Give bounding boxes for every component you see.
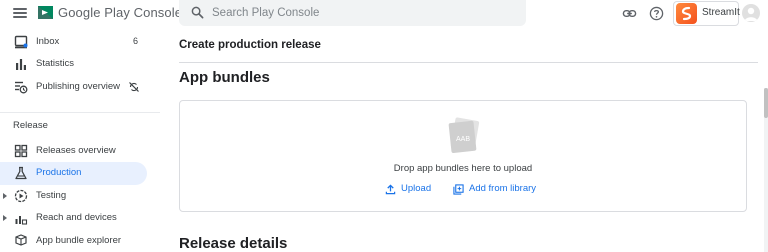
app-logo — [676, 3, 697, 24]
testing-icon — [14, 189, 28, 203]
title-divider — [179, 62, 758, 63]
app-bundle-explorer-icon — [15, 234, 27, 246]
add-from-library-button[interactable]: Add from library — [453, 182, 543, 198]
sidebar-item-testing[interactable]: Testing — [0, 185, 147, 208]
aab-label: AAB — [456, 136, 470, 143]
bar-chart-icon — [16, 59, 26, 70]
top-app-bar: Google Play Console StreamIt — [0, 0, 768, 28]
sidebar-item-label: Publishing overview — [36, 81, 120, 92]
chevron-right-icon[interactable] — [3, 193, 7, 199]
link-icon[interactable] — [622, 6, 637, 21]
app-selector[interactable]: StreamIt — [673, 1, 740, 26]
play-console-logo-icon — [38, 6, 53, 19]
releases-overview-icon — [14, 144, 28, 158]
app-bundles-heading: App bundles — [179, 69, 270, 86]
sidebar-item-inbox[interactable]: Inbox 6 — [0, 31, 147, 54]
app-bundle-drop-zone[interactable]: AAB Drop app bundles here to upload Uplo… — [179, 100, 747, 212]
production-icon — [15, 166, 27, 180]
drop-instructions: Drop app bundles here to upload — [393, 163, 533, 174]
add-from-library-label: Add from library — [469, 183, 537, 194]
sidebar-item-label: Inbox — [36, 36, 60, 47]
scrollbar-thumb[interactable] — [764, 88, 768, 118]
sidebar-item-label: Statistics — [36, 58, 75, 69]
sidebar-section-release: Release — [13, 120, 48, 131]
sidebar-item-label: Production — [36, 167, 82, 178]
sidebar-item-reach-and-devices[interactable]: Reach and devices — [0, 207, 147, 230]
inbox-count-badge: 6 — [133, 36, 139, 46]
menu-icon[interactable] — [13, 6, 27, 20]
inbox-icon — [14, 35, 28, 49]
sidebar-item-label: App bundle explorer — [36, 235, 122, 246]
release-details-heading: Release details — [179, 235, 288, 252]
aab-file-icon: AAB — [448, 117, 480, 153]
sidebar-nav: Inbox 6 Statistics Publishing overview R… — [0, 28, 160, 252]
publishing-overview-icon — [15, 81, 28, 94]
help-icon[interactable] — [649, 6, 664, 21]
sidebar-item-label: Testing — [36, 190, 67, 201]
sidebar-item-app-bundle-explorer[interactable]: App bundle explorer — [0, 230, 147, 252]
sidebar-item-publishing-overview[interactable]: Publishing overview — [0, 76, 147, 99]
upload-icon — [385, 184, 396, 195]
account-icon — [744, 7, 758, 21]
search-bar[interactable] — [179, 0, 526, 26]
sidebar-divider — [0, 112, 160, 113]
app-brand-title[interactable]: Google Play Console — [58, 5, 182, 20]
page-title: Create production release — [179, 39, 321, 51]
streamit-logo-icon — [681, 6, 692, 21]
sidebar-item-releases-overview[interactable]: Releases overview — [0, 140, 147, 163]
upload-button-label: Upload — [401, 183, 432, 194]
sidebar-item-label: Reach and devices — [36, 212, 117, 223]
library-add-icon — [453, 184, 464, 195]
app-name: StreamIt — [702, 7, 740, 18]
upload-button[interactable]: Upload — [385, 182, 445, 198]
search-icon — [191, 6, 204, 19]
avatar[interactable] — [742, 4, 760, 22]
sidebar-item-label: Releases overview — [36, 145, 116, 156]
chevron-right-icon[interactable] — [3, 215, 7, 221]
sidebar-item-statistics[interactable]: Statistics — [0, 53, 147, 76]
reach-devices-icon — [15, 216, 28, 225]
search-input[interactable] — [212, 4, 512, 22]
sidebar-item-production[interactable]: Production — [0, 162, 147, 185]
sync-disabled-icon — [129, 82, 139, 92]
